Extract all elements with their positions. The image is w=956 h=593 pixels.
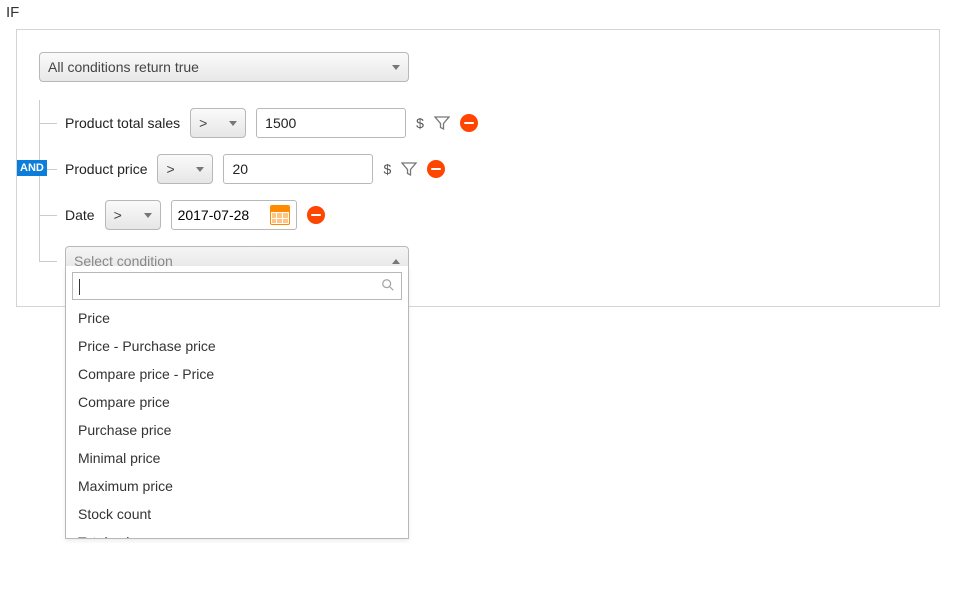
- condition-field-label: Product price: [65, 161, 147, 177]
- dropdown-search-box[interactable]: [72, 272, 402, 300]
- rule-container: All conditions return true AND Product t…: [16, 29, 940, 307]
- currency-unit: $: [416, 115, 424, 131]
- condition-combinator-dropdown[interactable]: All conditions return true: [39, 52, 409, 82]
- condition-row: Product total sales > $: [39, 100, 917, 146]
- logical-operator-badge: AND: [17, 160, 47, 176]
- value-input[interactable]: [256, 108, 406, 138]
- filter-icon[interactable]: [434, 115, 450, 131]
- dropdown-option[interactable]: Stock count: [66, 500, 408, 528]
- currency-unit: $: [383, 161, 391, 177]
- chevron-down-icon: [196, 167, 204, 172]
- dropdown-option[interactable]: Price: [66, 306, 408, 332]
- condition-field-label: Date: [65, 207, 95, 223]
- value-input[interactable]: [223, 154, 373, 184]
- operator-label: >: [166, 161, 174, 177]
- calendar-icon[interactable]: [270, 205, 290, 225]
- operator-label: >: [199, 115, 207, 131]
- remove-button[interactable]: [460, 114, 478, 132]
- select-condition-panel: Price Price - Purchase price Compare pri…: [65, 266, 409, 539]
- remove-button[interactable]: [307, 206, 325, 224]
- operator-dropdown[interactable]: >: [190, 108, 246, 138]
- condition-field-label: Product total sales: [65, 115, 180, 131]
- filter-icon[interactable]: [401, 161, 417, 177]
- dropdown-search-wrap: [66, 266, 408, 306]
- dropdown-option[interactable]: Minimal price: [66, 444, 408, 472]
- operator-dropdown[interactable]: >: [157, 154, 213, 184]
- chevron-down-icon: [229, 121, 237, 126]
- condition-row: Date >: [39, 192, 917, 238]
- chevron-down-icon: [144, 213, 152, 218]
- dropdown-option[interactable]: Maximum price: [66, 472, 408, 500]
- dropdown-option[interactable]: Purchase price: [66, 416, 408, 444]
- search-icon: [381, 278, 395, 295]
- operator-label: >: [114, 207, 122, 223]
- condition-row: Product price > $: [39, 146, 917, 192]
- if-label: IF: [6, 4, 952, 21]
- dropdown-option[interactable]: Compare price - Price: [66, 360, 408, 388]
- condition-combinator-label: All conditions return true: [48, 59, 199, 75]
- dropdown-search-input[interactable]: [86, 278, 375, 294]
- text-cursor: [79, 277, 80, 294]
- add-condition-row: Select condition Price Pr: [39, 238, 917, 284]
- chevron-up-icon: [392, 259, 400, 264]
- date-input[interactable]: [178, 207, 264, 223]
- conditions-list: AND Product total sales > $ Product pric…: [39, 100, 917, 284]
- dropdown-option[interactable]: Compare price: [66, 388, 408, 416]
- remove-button[interactable]: [427, 160, 445, 178]
- chevron-down-icon: [392, 65, 400, 70]
- dropdown-option-list[interactable]: Price Price - Purchase price Compare pri…: [66, 306, 408, 538]
- dropdown-option[interactable]: Price - Purchase price: [66, 332, 408, 360]
- dropdown-option[interactable]: Total sales: [66, 528, 408, 538]
- date-input-wrap[interactable]: [171, 200, 297, 230]
- operator-dropdown[interactable]: >: [105, 200, 161, 230]
